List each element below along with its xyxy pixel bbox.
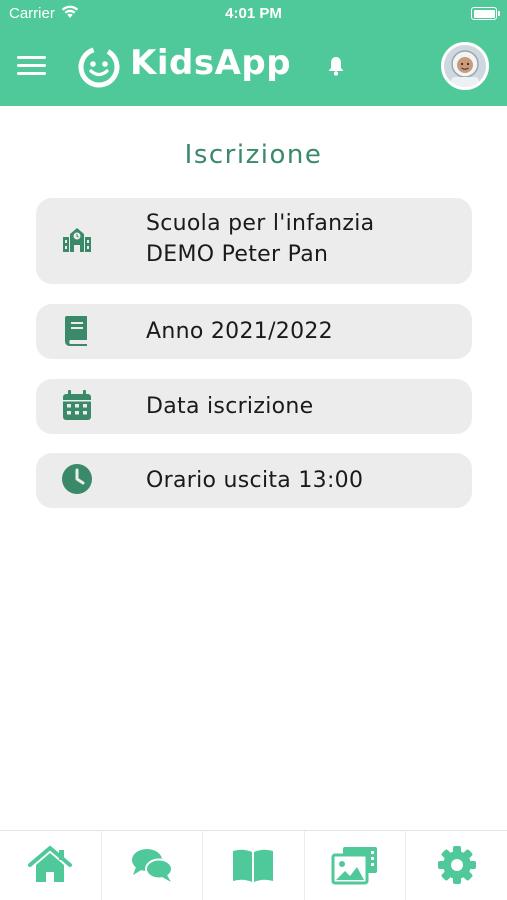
nav-gallery[interactable] [305,831,407,900]
school-name-label: Scuola per l'infanzia DEMO Peter Pan [146,208,374,270]
school-line-1: Scuola per l'infanzia [146,211,375,236]
app-title: KidsApp [130,43,292,83]
school-year-card[interactable]: Anno 2021/2022 [36,304,472,359]
battery-icon [471,7,500,20]
gallery-icon [331,847,378,885]
enrollment-date-card[interactable]: Data iscrizione [36,379,472,434]
school-card[interactable]: Scuola per l'infanzia DEMO Peter Pan [36,198,472,284]
gear-icon [437,846,476,884]
home-icon [28,846,73,882]
status-bar: Carrier 4:01 PM [0,0,507,26]
exit-time-label: Orario uscita 13:00 [146,468,364,493]
chat-icon [131,849,173,882]
nav-diary[interactable] [203,831,305,900]
page-title: Iscrizione [184,140,323,170]
enrollment-date-label: Data iscrizione [146,394,314,419]
book-icon [65,316,87,346]
nav-messages[interactable] [102,831,204,900]
bell-icon[interactable] [324,54,348,78]
app-header: KidsApp [0,26,507,106]
status-time: 4:01 PM [225,5,282,22]
nav-settings[interactable] [406,831,507,900]
hamburger-menu-icon[interactable] [17,56,46,76]
school-year-label: Anno 2021/2022 [146,319,333,344]
smiley-face-icon [78,46,120,88]
avatar[interactable] [441,42,489,90]
exit-time-card[interactable]: Orario uscita 13:00 [36,453,472,508]
school-line-2: DEMO Peter Pan [146,242,329,267]
calendar-icon [63,390,91,420]
bottom-nav [0,830,507,900]
clock-icon [62,464,92,494]
book-open-icon [233,849,274,882]
school-icon [63,228,91,252]
nav-home[interactable] [0,831,102,900]
